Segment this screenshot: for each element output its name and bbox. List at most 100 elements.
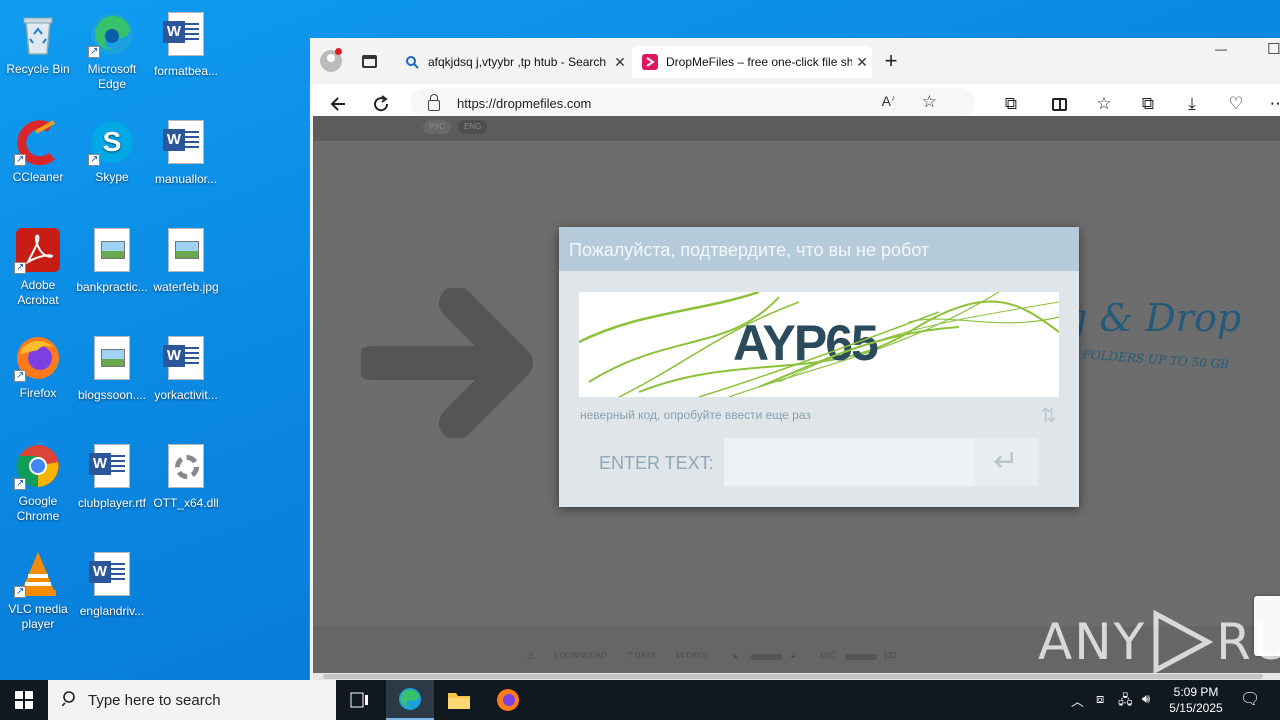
heart-pulse-icon: ♡ [1228,94,1244,113]
option-abc[interactable]: ABC [819,651,835,660]
close-icon[interactable]: ✕ [610,54,630,71]
option-123[interactable]: 123 [883,651,896,660]
desktop-icon-clubplayer[interactable]: W clubplayer.rtf [74,442,150,511]
refresh-captcha-icon[interactable]: ⇅ [1040,403,1057,428]
firefox-icon [497,689,519,711]
lang-en-button[interactable]: ENG [458,120,488,134]
network-icon[interactable]: 🖧︎ [1118,691,1133,713]
browser-essentials-button[interactable]: ♡ [1222,90,1250,118]
split-screen-button[interactable] [1045,90,1073,118]
refresh-button[interactable] [367,90,395,118]
favorites-button[interactable]: ☆ [1090,90,1118,118]
tab-search[interactable]: afqkjdsq j,vtyybr ,tp htub - Search ✕ [394,46,630,78]
read-aloud-icon[interactable]: A♪ [882,93,895,109]
desktop-icon-ccleaner[interactable]: CCleaner [0,118,76,185]
extensions-button[interactable]: ⧉ [997,90,1025,118]
desktop-icon-edge[interactable]: Microsoft Edge [74,10,150,92]
search-icon [61,690,78,710]
taskbar-edge[interactable] [386,680,434,720]
minimize-button[interactable]: — [1215,42,1227,56]
clock[interactable]: 5:09 PM 5/15/2025 [1160,684,1232,716]
edge-icon [88,10,136,59]
search-placeholder: Type here to search [88,691,221,709]
desktop-icon-englandriv[interactable]: W englandriv... [74,550,150,619]
start-button[interactable] [0,680,48,720]
url-text[interactable]: https://dropmefiles.com [457,96,591,111]
address-bar[interactable]: https://dropmefiles.com A♪ ☆ [410,88,975,118]
desktop-icon-label: formatbea... [153,64,219,78]
captcha-dialog: Пожалуйста, подтвердите, что вы не робот… [559,227,1079,507]
desktop-icon-recycle-bin[interactable]: Recycle Bin [0,10,76,77]
new-tab-button[interactable]: + [878,48,904,74]
desktop-icon-label: yorkactivit... [154,388,218,402]
horizontal-scrollbar[interactable] [313,673,1280,680]
upload-arrow-icon [361,288,533,438]
device-icon[interactable]: ⧈ [1096,691,1104,707]
desktop-icon-label: OTT_x64.dll [153,496,219,510]
firefox-icon [14,334,62,383]
desktop-icon-skype[interactable]: S Skype [74,118,150,185]
taskbar: Type here to search ︿ ⧈ 🖧︎ 🔊︎ 5:09 PM 5/… [0,680,1280,720]
dll-file-icon [162,444,210,492]
desktop-icon-label: Microsoft Edge [87,62,137,91]
taskbar-search[interactable]: Type here to search [48,680,336,720]
lock-icon[interactable] [428,93,440,111]
taskbar-firefox[interactable] [484,680,532,720]
desktop-icon-acrobat[interactable]: Adobe Acrobat [0,226,76,308]
more-icon: ⋯ [1269,94,1280,113]
option-1-download[interactable]: 1 DOWNLOAD [553,651,607,660]
desktop-icon-chrome[interactable]: Google Chrome [0,442,76,524]
collections-button[interactable]: ⧉ [1134,90,1162,118]
desktop-icon-ott-dll[interactable]: OTT_x64.dll [148,442,224,511]
unlock-icon[interactable]: 🔓︎ [791,651,796,661]
text-type-toggle[interactable] [845,654,877,660]
volume-icon[interactable]: 🔊︎ [1142,691,1150,707]
dropmefiles-favicon-icon [642,54,658,70]
timer-icon: ◷ [527,651,534,660]
desktop-icon-blogssoon[interactable]: blogssoon.... [74,334,150,403]
desktop-icon-bankpractic[interactable]: bankpractic... [74,226,150,295]
desktop-icon-label: VLC media player [8,602,68,631]
notifications-icon[interactable]: 🗨︎ [1240,689,1260,709]
show-hidden-icons[interactable]: ︿ [1071,691,1084,710]
desktop-icon-label: Google Chrome [16,494,60,523]
desktop-icon-formatbea[interactable]: W formatbea... [148,10,224,79]
more-menu-button[interactable]: ⋯ [1264,90,1280,118]
vlc-icon [14,550,62,599]
lock-icon[interactable]: 🔒︎ [733,651,737,661]
desktop-icon-waterfeb[interactable]: waterfeb.jpg [148,226,224,295]
password-toggle[interactable] [751,654,783,660]
tab-dropmefiles[interactable]: DropMeFiles – free one-click file sharin… [632,46,872,78]
task-view-button[interactable] [336,680,384,720]
option-7-days[interactable]: 7 DAYS [628,651,656,660]
captcha-overlay-lines [698,311,960,397]
desktop-icon-vlc[interactable]: VLC media player [0,550,76,632]
option-14-days[interactable]: 14 DAYS [675,651,707,660]
skype-icon: S [88,118,136,167]
back-button[interactable] [324,90,352,118]
image-file-icon [162,228,210,276]
windows-logo-icon [15,691,33,709]
captcha-input[interactable] [724,438,974,486]
tab-actions-icon[interactable] [362,55,377,68]
desktop-icon-label: blogssoon.... [77,388,147,402]
close-icon[interactable]: ✕ [852,54,872,71]
folder-icon [448,693,470,709]
desktop-icon-manuallor[interactable]: W manuallor... [148,118,224,187]
desktop-icon-firefox[interactable]: Firefox [0,334,76,401]
collections-icon: ⧉ [1141,94,1155,113]
enter-text-label: ENTER TEXT: [599,453,714,473]
desktop-icon-label: waterfeb.jpg [153,280,219,294]
maximize-button[interactable]: ☐ [1267,40,1280,58]
profile-icon[interactable] [320,48,342,72]
word-doc-icon: W [162,336,210,384]
arrow-left-icon [330,97,345,111]
lang-ru-button[interactable]: РУС [423,120,452,134]
taskbar-file-explorer[interactable] [435,680,483,720]
favorite-star-icon[interactable]: ☆ [922,92,937,112]
captcha-submit-button[interactable]: ↵ [974,438,1038,486]
downloads-button[interactable]: ⤓ [1178,90,1206,118]
desktop-icon-yorkactivit[interactable]: W yorkactivit... [148,334,224,403]
clock-time: 5:09 PM [1173,685,1219,699]
svg-text:S: S [103,126,122,157]
